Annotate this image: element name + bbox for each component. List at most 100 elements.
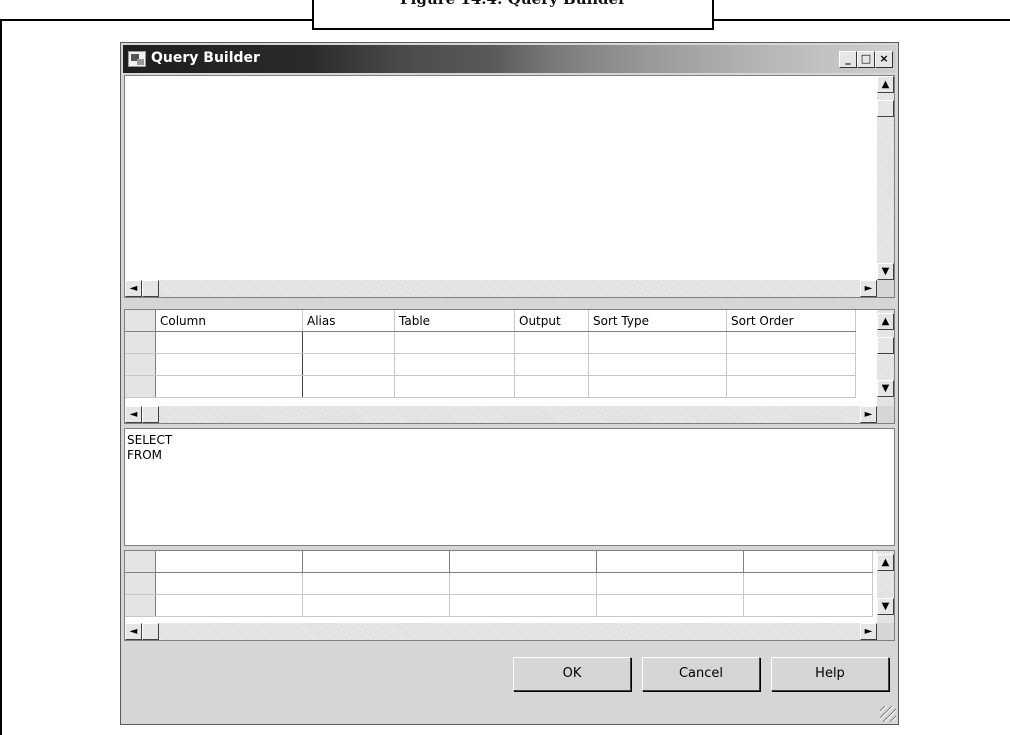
grid-cell[interactable] bbox=[743, 572, 873, 595]
figure-caption: Figure 14.4: Query Builder bbox=[314, 0, 712, 8]
row-selector[interactable] bbox=[125, 375, 156, 398]
sort-type-header[interactable]: Sort Type bbox=[588, 310, 727, 332]
ok-button[interactable]: OK bbox=[513, 657, 631, 691]
table-row[interactable] bbox=[125, 375, 856, 398]
maximize-button[interactable]: □ bbox=[857, 51, 875, 68]
scroll-corner bbox=[877, 406, 894, 423]
figure-frame-top-left bbox=[0, 19, 312, 21]
cancel-button[interactable]: Cancel bbox=[642, 657, 760, 691]
grid-cell[interactable] bbox=[588, 353, 727, 376]
grid-cell[interactable] bbox=[155, 353, 303, 376]
grid-cell[interactable] bbox=[588, 331, 727, 354]
help-button[interactable]: Help bbox=[771, 657, 889, 691]
figure-caption-box: Figure 14.4: Query Builder bbox=[312, 0, 714, 30]
grid-cell[interactable] bbox=[726, 331, 856, 354]
table-row[interactable] bbox=[125, 572, 873, 595]
scroll-up-icon[interactable]: ▲ bbox=[877, 554, 894, 571]
output-header[interactable]: Output bbox=[514, 310, 589, 332]
grid-cell[interactable] bbox=[726, 353, 856, 376]
criteria-grid-pane[interactable]: Column Alias Table Output Sort Type Sort… bbox=[124, 309, 895, 424]
table-row[interactable] bbox=[125, 594, 873, 617]
grid-cell[interactable] bbox=[155, 572, 303, 595]
grid-cell[interactable] bbox=[394, 375, 515, 398]
scroll-corner bbox=[877, 280, 894, 297]
results-column-header[interactable] bbox=[449, 551, 597, 573]
row-selector[interactable] bbox=[125, 594, 156, 617]
scroll-thumb[interactable] bbox=[142, 280, 159, 297]
grid-cell[interactable] bbox=[588, 375, 727, 398]
scroll-down-icon[interactable]: ▼ bbox=[877, 598, 894, 615]
results-column-header[interactable] bbox=[302, 551, 450, 573]
alias-header[interactable]: Alias bbox=[302, 310, 395, 332]
scroll-left-icon[interactable]: ◄ bbox=[125, 280, 142, 297]
results-horizontal-scrollbar[interactable]: ◄ ► bbox=[125, 623, 877, 640]
diagram-horizontal-scrollbar[interactable]: ◄ ► bbox=[125, 280, 877, 297]
scroll-right-icon[interactable]: ► bbox=[860, 623, 877, 640]
grid-cell[interactable] bbox=[449, 572, 597, 595]
grid-cell[interactable] bbox=[449, 594, 597, 617]
scroll-left-icon[interactable]: ◄ bbox=[125, 406, 142, 423]
grid-cell[interactable] bbox=[302, 331, 395, 354]
results-vertical-scrollbar[interactable]: ▲ ▼ bbox=[877, 551, 894, 623]
results-column-header[interactable] bbox=[155, 551, 303, 573]
row-selector[interactable] bbox=[125, 572, 156, 595]
scroll-thumb[interactable] bbox=[142, 623, 159, 640]
table-row[interactable] bbox=[125, 331, 856, 354]
grid-cell[interactable] bbox=[514, 353, 589, 376]
grid-cell[interactable] bbox=[302, 353, 395, 376]
results-column-header[interactable] bbox=[743, 551, 873, 573]
criteria-header-row: Column Alias Table Output Sort Type Sort… bbox=[125, 310, 856, 332]
scroll-thumb[interactable] bbox=[877, 337, 894, 354]
scroll-down-icon[interactable]: ▼ bbox=[877, 380, 894, 397]
results-grid[interactable] bbox=[125, 551, 873, 617]
grid-cell[interactable] bbox=[155, 331, 303, 354]
grid-cell[interactable] bbox=[302, 375, 395, 398]
grid-cell[interactable] bbox=[743, 594, 873, 617]
scroll-right-icon[interactable]: ► bbox=[860, 280, 877, 297]
table-row[interactable] bbox=[125, 353, 856, 376]
scroll-left-icon[interactable]: ◄ bbox=[125, 623, 142, 640]
grid-cell[interactable] bbox=[726, 375, 856, 398]
criteria-vertical-scrollbar[interactable]: ▲ ▼ bbox=[877, 310, 894, 406]
row-header-corner bbox=[125, 310, 156, 332]
close-button[interactable]: × bbox=[875, 51, 893, 68]
grid-cell[interactable] bbox=[394, 331, 515, 354]
query-builder-window: Query Builder _ □ × ▲ ▼ ◄ ► Column Alias… bbox=[120, 42, 899, 725]
grid-cell[interactable] bbox=[155, 594, 303, 617]
row-header-corner bbox=[125, 551, 156, 573]
scroll-up-icon[interactable]: ▲ bbox=[877, 76, 894, 93]
grid-cell[interactable] bbox=[596, 594, 744, 617]
grid-cell[interactable] bbox=[514, 331, 589, 354]
diagram-vertical-scrollbar[interactable]: ▲ ▼ bbox=[877, 76, 894, 280]
sql-pane[interactable]: SELECT FROM bbox=[124, 428, 895, 546]
grid-cell[interactable] bbox=[302, 594, 450, 617]
criteria-horizontal-scrollbar[interactable]: ◄ ► bbox=[125, 406, 877, 423]
scroll-down-icon[interactable]: ▼ bbox=[877, 263, 894, 280]
results-header-row bbox=[125, 551, 873, 573]
minimize-button[interactable]: _ bbox=[839, 51, 857, 68]
window-title: Query Builder bbox=[151, 50, 260, 66]
table-header[interactable]: Table bbox=[394, 310, 515, 332]
sql-text[interactable]: SELECT FROM bbox=[127, 433, 172, 463]
results-column-header[interactable] bbox=[596, 551, 744, 573]
diagram-pane[interactable]: ▲ ▼ ◄ ► bbox=[124, 75, 895, 298]
row-selector[interactable] bbox=[125, 331, 156, 354]
scroll-thumb[interactable] bbox=[142, 406, 159, 423]
app-icon bbox=[128, 51, 146, 67]
grid-cell[interactable] bbox=[394, 353, 515, 376]
grid-cell[interactable] bbox=[596, 572, 744, 595]
row-selector[interactable] bbox=[125, 353, 156, 376]
scroll-right-icon[interactable]: ► bbox=[860, 406, 877, 423]
sort-order-header[interactable]: Sort Order bbox=[726, 310, 856, 332]
grid-cell[interactable] bbox=[155, 375, 303, 398]
column-header[interactable]: Column bbox=[155, 310, 303, 332]
scroll-corner bbox=[877, 623, 894, 640]
criteria-grid[interactable]: Column Alias Table Output Sort Type Sort… bbox=[125, 310, 856, 398]
resize-grip-icon[interactable] bbox=[880, 706, 896, 722]
results-pane[interactable]: ▲ ▼ ◄ ► bbox=[124, 550, 895, 641]
grid-cell[interactable] bbox=[514, 375, 589, 398]
scroll-up-icon[interactable]: ▲ bbox=[877, 313, 894, 330]
grid-cell[interactable] bbox=[302, 572, 450, 595]
scroll-thumb[interactable] bbox=[877, 100, 894, 117]
title-bar[interactable]: Query Builder _ □ × bbox=[123, 45, 896, 73]
